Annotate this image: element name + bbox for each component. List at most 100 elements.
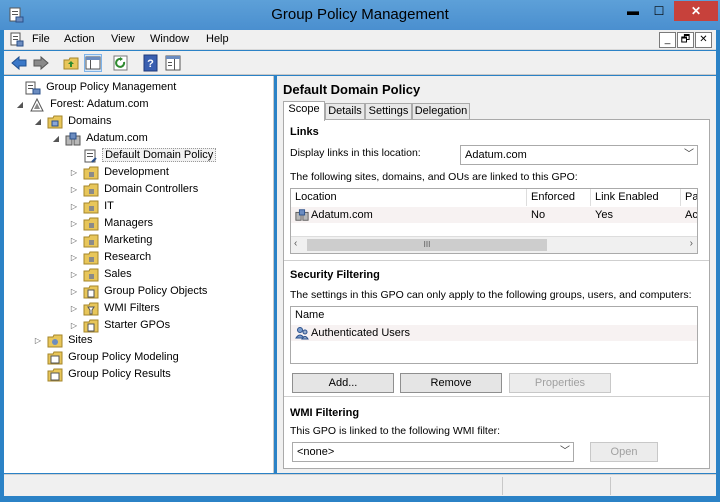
scroll-thumb[interactable]: III xyxy=(307,239,547,251)
folder-icon xyxy=(47,115,63,128)
console-menu-icon[interactable] xyxy=(10,32,24,47)
forest-icon xyxy=(30,97,44,111)
mdi-close-button[interactable]: ✕ xyxy=(695,32,712,48)
menu-window[interactable]: Window xyxy=(150,33,189,45)
tree-item-domains[interactable]: ◢ Domains xyxy=(32,113,113,130)
tree-item-development[interactable]: ▷ Development xyxy=(68,164,171,181)
tree-item-group-policy-objects[interactable]: ▷ Group Policy Objects xyxy=(68,283,209,300)
expand-icon[interactable]: ▷ xyxy=(68,164,80,181)
tab-details[interactable]: Details xyxy=(325,103,365,120)
folder-up-icon[interactable] xyxy=(62,54,80,72)
properties-pane-icon[interactable] xyxy=(164,54,182,72)
security-filtering-list[interactable]: Name Authenticated Users xyxy=(290,306,698,364)
tab-settings[interactable]: Settings xyxy=(365,103,412,120)
cell-path: Ac xyxy=(685,209,698,221)
tree-label: Domains xyxy=(68,115,112,127)
ou-icon xyxy=(83,183,99,196)
window-title: Group Policy Management xyxy=(271,6,449,23)
tree-item-forest[interactable]: ◢ Forest: Adatum.com xyxy=(14,96,151,113)
tree-label: Managers xyxy=(104,217,153,229)
minimize-button[interactable]: ▬ xyxy=(620,1,646,21)
tree-label: Group Policy Modeling xyxy=(68,351,179,363)
help-icon[interactable]: ? xyxy=(142,54,160,72)
remove-button[interactable]: Remove xyxy=(400,373,502,393)
gpm-console-icon xyxy=(25,81,41,94)
security-filtering-section: Security Filtering The settings in this … xyxy=(284,261,709,395)
maximize-button[interactable]: ☐ xyxy=(646,1,672,21)
show-hide-tree-button[interactable] xyxy=(84,54,102,72)
expand-icon[interactable]: ▷ xyxy=(68,283,80,300)
svg-text:?: ? xyxy=(147,58,154,70)
security-filtering-heading: Security Filtering xyxy=(290,269,380,281)
tab-delegation[interactable]: Delegation xyxy=(412,103,470,120)
column-header-enforced[interactable]: Enforced xyxy=(527,189,591,206)
console-tree[interactable]: Group Policy Management ◢ Forest: Adatum… xyxy=(4,76,274,473)
back-icon[interactable] xyxy=(10,54,28,72)
menu-file[interactable]: File xyxy=(32,33,50,45)
collapse-icon[interactable]: ◢ xyxy=(50,130,62,147)
close-button[interactable]: ✕ xyxy=(674,1,718,21)
links-horizontal-scrollbar[interactable]: ‹ III › xyxy=(291,236,697,253)
expand-icon[interactable]: ▷ xyxy=(68,181,80,198)
tree-item-group-policy-management[interactable]: Group Policy Management xyxy=(10,79,178,96)
refresh-icon[interactable] xyxy=(112,54,130,72)
display-links-select[interactable]: Adatum.com ﹀ xyxy=(460,145,698,165)
menu-action[interactable]: Action xyxy=(64,33,95,45)
tree-item-sales[interactable]: ▷ Sales xyxy=(68,266,134,283)
tree-item-marketing[interactable]: ▷ Marketing xyxy=(68,232,154,249)
menu-view[interactable]: View xyxy=(111,33,135,45)
tree-item-it[interactable]: ▷ IT xyxy=(68,198,116,215)
expand-icon[interactable]: ▷ xyxy=(68,215,80,232)
tree-item-group-policy-results[interactable]: Group Policy Results xyxy=(32,366,173,383)
column-header-link-enabled[interactable]: Link Enabled xyxy=(591,189,681,206)
scroll-left-icon[interactable]: ‹ xyxy=(294,238,297,249)
chevron-down-icon: ﹀ xyxy=(684,149,694,160)
mdi-restore-button[interactable]: 🗗 xyxy=(677,32,694,48)
ou-icon xyxy=(83,217,99,230)
tree-item-default-domain-policy[interactable]: Default Domain Policy xyxy=(68,147,217,164)
tree-item-wmi-filters[interactable]: ▷ WMI Filters xyxy=(68,300,162,317)
expand-icon[interactable]: ▷ xyxy=(68,266,80,283)
collapse-icon[interactable]: ◢ xyxy=(32,113,44,130)
title-bar[interactable]: Group Policy Management ▬ ☐ ✕ xyxy=(0,0,720,30)
menu-help[interactable]: Help xyxy=(206,33,229,45)
wmi-filtering-description: This GPO is linked to the following WMI … xyxy=(290,425,501,437)
column-header-location[interactable]: Location xyxy=(291,189,527,206)
expand-icon[interactable]: ▷ xyxy=(68,249,80,266)
expand-icon[interactable]: ▷ xyxy=(68,300,80,317)
tree-label: Default Domain Policy xyxy=(102,148,217,162)
tree-item-adatum-domain[interactable]: ◢ Adatum.com xyxy=(50,130,150,147)
add-button[interactable]: Add... xyxy=(292,373,394,393)
expand-icon[interactable]: ▷ xyxy=(68,198,80,215)
forward-icon[interactable] xyxy=(32,54,50,72)
tree-label: Adatum.com xyxy=(86,132,148,144)
tree-item-research[interactable]: ▷ Research xyxy=(68,249,153,266)
open-button[interactable]: Open xyxy=(590,442,658,462)
links-heading: Links xyxy=(290,126,319,138)
list-item[interactable]: Authenticated Users xyxy=(291,325,697,341)
properties-button[interactable]: Properties xyxy=(509,373,611,393)
toolbar: ? xyxy=(4,51,716,75)
scroll-right-icon[interactable]: › xyxy=(690,238,693,249)
tree-label: Sites xyxy=(68,334,93,346)
links-list[interactable]: Location Enforced Link Enabled Pa Adatum… xyxy=(290,188,698,254)
tree-item-managers[interactable]: ▷ Managers xyxy=(68,215,155,232)
tree-item-domain-controllers[interactable]: ▷ Domain Controllers xyxy=(68,181,200,198)
tab-scope[interactable]: Scope xyxy=(283,101,325,121)
wmi-filter-select[interactable]: <none> ﹀ xyxy=(292,442,574,462)
cell-name: Authenticated Users xyxy=(311,327,411,339)
mdi-minimize-button[interactable]: _ xyxy=(659,32,676,48)
column-header-name[interactable]: Name xyxy=(291,307,679,324)
domain-icon xyxy=(295,209,309,221)
column-header-path[interactable]: Pa xyxy=(681,189,697,206)
tree-item-sites[interactable]: ▷ Sites xyxy=(32,332,95,349)
expand-icon[interactable]: ▷ xyxy=(32,332,44,349)
collapse-icon[interactable]: ◢ xyxy=(14,96,26,113)
wmi-filtering-section: WMI Filtering This GPO is linked to the … xyxy=(284,397,709,467)
tree-item-group-policy-modeling[interactable]: Group Policy Modeling xyxy=(32,349,181,366)
menu-bar: File Action View Window Help _ 🗗 ✕ xyxy=(4,30,716,50)
tree-label: WMI Filters xyxy=(104,302,160,314)
table-row[interactable]: Adatum.com No Yes Ac xyxy=(291,207,698,223)
tree-label: Group Policy Management xyxy=(46,81,177,93)
expand-icon[interactable]: ▷ xyxy=(68,232,80,249)
